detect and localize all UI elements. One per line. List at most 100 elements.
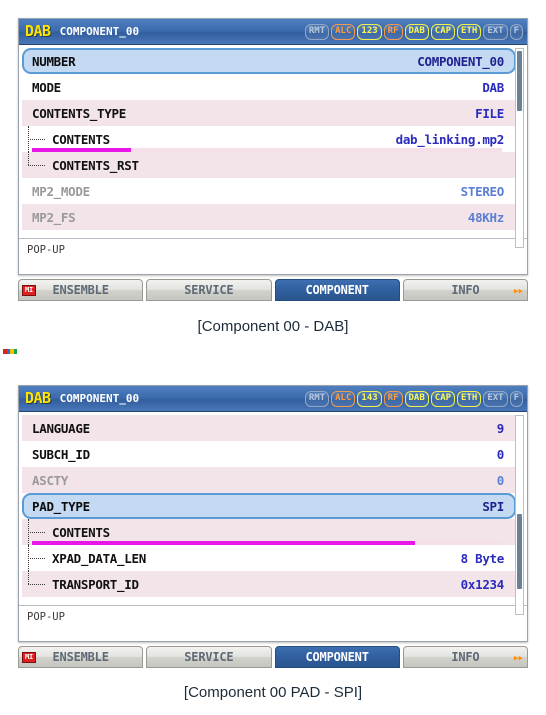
status-badge-cap: CAP (430, 390, 456, 407)
status-bar-spacer (19, 627, 527, 641)
param-value: SPI (482, 498, 504, 514)
list-bottom-spacer (19, 230, 527, 238)
table-row[interactable]: TRANSPORT_ID 0x1234 (22, 571, 516, 597)
window-title: COMPONENT_00 (59, 392, 140, 405)
parameter-list: NUMBER COMPONENT_00 MODE DAB CONTENTS_TY… (22, 48, 516, 230)
status-bar: POP-UP (19, 238, 527, 260)
tab-label: INFO (451, 283, 480, 297)
param-key: CONTENTS_RST (52, 157, 139, 173)
parameter-list-area: LANGUAGE 9 SUBCH_ID 0 ASCTY 0 PAD_TYPE S… (19, 412, 527, 615)
status-bar-spacer (19, 260, 527, 274)
parameter-list-area: NUMBER COMPONENT_00 MODE DAB CONTENTS_TY… (19, 45, 527, 248)
param-value: DAB (482, 79, 504, 95)
tab-label: COMPONENT (305, 283, 369, 297)
device-panel-component-00-pad-spi: DAB COMPONENT_00 RMT ALC 143 RF DAB CAP … (18, 385, 528, 668)
table-row[interactable]: MP2_MODE STEREO (22, 178, 516, 204)
figure-caption-1: [Component 00 - DAB] (197, 318, 349, 335)
table-row[interactable]: SUBCH_ID 0 (22, 441, 516, 467)
param-value: 48KHz (467, 209, 504, 225)
tab-bar: MI ENSEMBLE SERVICE COMPONENT INFO ▸▸ (18, 646, 528, 668)
status-badge-rf: RF (383, 390, 403, 407)
param-key: CONTENTS (52, 131, 110, 147)
param-value: COMPONENT_00 (417, 53, 504, 69)
mi-badge: MI (22, 285, 37, 296)
tab-component[interactable]: COMPONENT (274, 646, 400, 668)
color-registration-mark (3, 349, 17, 354)
status-badge-alc: ALC (331, 23, 356, 40)
table-row[interactable]: LANGUAGE 9 (22, 415, 516, 441)
tab-info[interactable]: INFO ▸▸ (402, 279, 528, 301)
scrollbar-thumb[interactable] (517, 514, 522, 589)
tab-info[interactable]: INFO ▸▸ (402, 646, 528, 668)
param-key: CONTENTS (52, 524, 110, 540)
status-badge-alc: ALC (331, 390, 356, 407)
param-key: SUBCH_ID (32, 446, 90, 462)
table-row[interactable]: ASCTY 0 (22, 467, 516, 493)
scrollbar[interactable] (515, 48, 524, 248)
contents-underline-progress (32, 541, 415, 545)
status-badge-rf: RF (383, 23, 403, 40)
tab-ensemble[interactable]: MI ENSEMBLE (18, 279, 144, 301)
page-root: DAB COMPONENT_00 RMT ALC 123 RF DAB CAP … (0, 0, 546, 715)
param-key: MP2_FS (32, 209, 76, 225)
tab-label: ENSEMBLE (52, 283, 109, 297)
parameter-list: LANGUAGE 9 SUBCH_ID 0 ASCTY 0 PAD_TYPE S… (22, 415, 516, 597)
title-bar: DAB COMPONENT_00 RMT ALC 123 RF DAB CAP … (19, 19, 527, 45)
param-key: NUMBER (32, 53, 76, 69)
tab-label: COMPONENT (305, 650, 369, 664)
scrollbar[interactable] (515, 415, 524, 615)
tab-component[interactable]: COMPONENT (274, 279, 400, 301)
tab-ensemble[interactable]: MI ENSEMBLE (18, 646, 144, 668)
param-key: MODE (32, 79, 61, 95)
status-badge-ext: EXT (483, 390, 508, 407)
device-screen: DAB COMPONENT_00 RMT ALC 123 RF DAB CAP … (18, 18, 528, 275)
next-page-arrows-icon[interactable]: ▸▸ (513, 652, 524, 663)
param-key: TRANSPORT_ID (52, 576, 139, 592)
table-row[interactable]: NUMBER COMPONENT_00 (22, 48, 516, 74)
table-row[interactable]: XPAD_DATA_LEN 8 Byte (22, 545, 516, 571)
tab-label: ENSEMBLE (52, 650, 109, 664)
param-value: 0 (496, 446, 505, 462)
tab-label: SERVICE (184, 650, 234, 664)
param-key: ASCTY (32, 472, 69, 488)
device-panel-component-00-dab: DAB COMPONENT_00 RMT ALC 123 RF DAB CAP … (18, 18, 528, 301)
status-badge-number: 143 (357, 390, 382, 407)
table-row[interactable]: MP2_FS 48KHz (22, 204, 516, 230)
next-page-arrows-icon[interactable]: ▸▸ (513, 285, 524, 296)
param-key: CONTENTS_TYPE (32, 105, 126, 121)
table-row[interactable]: CONTENTS_RST (22, 152, 516, 178)
contents-underline-progress (32, 148, 131, 152)
tab-label: SERVICE (184, 283, 234, 297)
status-badge-dab: DAB (404, 390, 429, 407)
param-value: STEREO (460, 183, 505, 199)
tree-branch-icon (22, 152, 52, 178)
table-row[interactable]: MODE DAB (22, 74, 516, 100)
status-text: POP-UP (27, 243, 65, 256)
status-badge-eth: ETH (457, 23, 482, 40)
status-text: POP-UP (27, 610, 65, 623)
param-value: FILE (475, 105, 504, 121)
param-value: 8 Byte (460, 550, 505, 566)
param-key: PAD_TYPE (32, 498, 90, 514)
tree-branch-icon (22, 545, 52, 571)
param-key: XPAD_DATA_LEN (52, 550, 146, 566)
param-value: 0x1234 (460, 576, 505, 592)
device-screen: DAB COMPONENT_00 RMT ALC 143 RF DAB CAP … (18, 385, 528, 642)
status-badge-cap: CAP (430, 23, 456, 40)
status-badge-ext: EXT (483, 23, 508, 40)
tab-service[interactable]: SERVICE (146, 279, 272, 301)
tab-service[interactable]: SERVICE (146, 646, 272, 668)
table-row[interactable]: CONTENTS_TYPE FILE (22, 100, 516, 126)
mi-badge: MI (22, 652, 37, 663)
param-value: 9 (496, 420, 505, 436)
status-badge-number: 123 (357, 23, 382, 40)
tree-branch-icon (22, 571, 52, 597)
table-row[interactable]: PAD_TYPE SPI (22, 493, 516, 519)
dab-logo: DAB (25, 22, 51, 40)
status-badge-group: RMT ALC 143 RF DAB CAP ETH EXT F (304, 390, 523, 407)
tab-label: INFO (451, 650, 480, 664)
figure-caption-2: [Component 00 PAD - SPI] (183, 684, 363, 701)
status-badge-eth: ETH (457, 390, 482, 407)
status-badge-group: RMT ALC 123 RF DAB CAP ETH EXT F (304, 23, 523, 40)
scrollbar-thumb[interactable] (517, 51, 522, 111)
